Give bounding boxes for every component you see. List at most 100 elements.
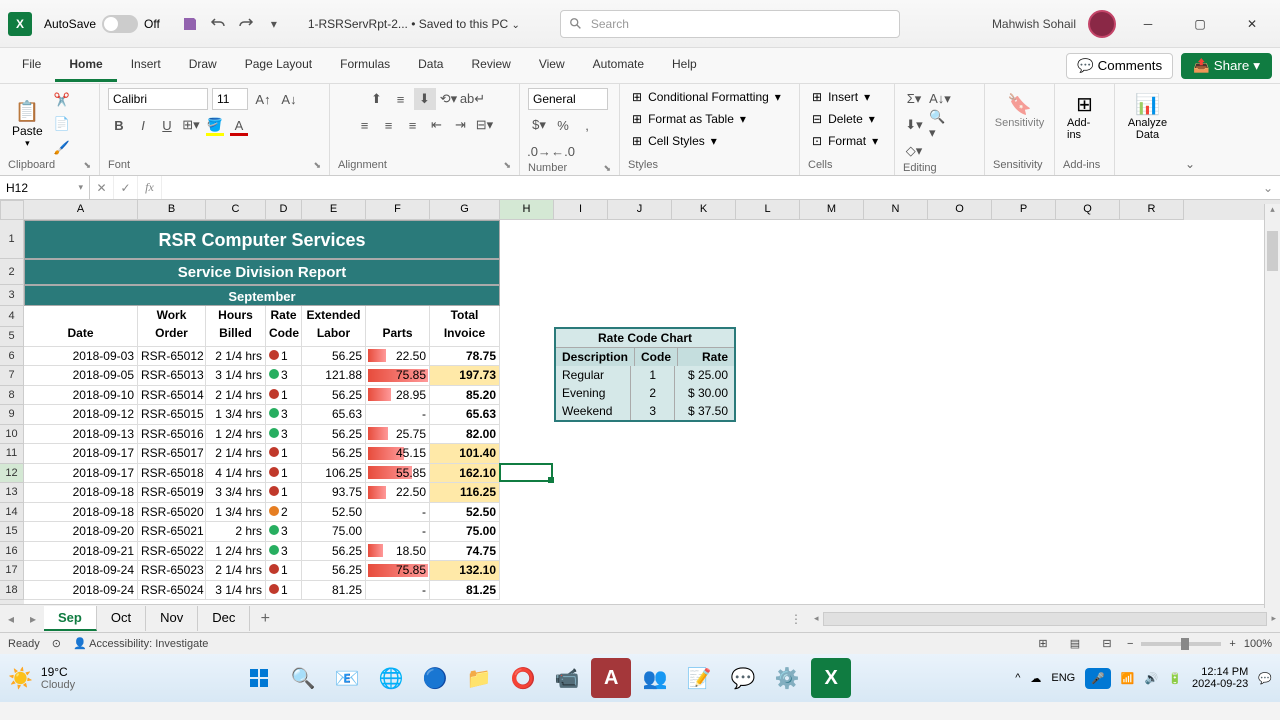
cell-hours[interactable]: 3 3/4 hrs [206, 483, 266, 503]
addins-button[interactable]: ⊞ Add-ins [1063, 88, 1106, 145]
cell-total-invoice[interactable]: 197.73 [430, 366, 500, 386]
cell-date[interactable]: 2018-09-05 [24, 366, 138, 386]
bold-button[interactable]: B [108, 114, 130, 136]
ribbon-tab-insert[interactable]: Insert [117, 49, 175, 82]
cell-work-order[interactable]: RSR-65020 [138, 503, 206, 523]
wifi-icon[interactable]: 📶 [1121, 672, 1135, 685]
decrease-indent-icon[interactable]: ⇤ [426, 114, 448, 136]
insert-function-icon[interactable]: fx [138, 176, 162, 199]
cell-rate-code[interactable]: 3 [266, 522, 302, 542]
cell-total-invoice[interactable]: 101.40 [430, 444, 500, 464]
spreadsheet-grid[interactable]: 123456789101112131415161718 ABCDEFGHIJKL… [0, 200, 1280, 604]
normal-view-icon[interactable]: ⊞ [1031, 635, 1055, 653]
cell-hours[interactable]: 1 2/4 hrs [206, 542, 266, 562]
fill-icon[interactable]: ⬇▾ [903, 114, 925, 136]
row-header[interactable]: 6 [0, 347, 24, 367]
cell-hours[interactable]: 4 1/4 hrs [206, 464, 266, 484]
cell-extended-labor[interactable]: 121.88 [302, 366, 366, 386]
zoom-out-icon[interactable]: − [1127, 638, 1133, 650]
format-painter-icon[interactable]: 🖌️ [51, 137, 73, 159]
increase-font-icon[interactable]: A↑ [252, 88, 274, 110]
cell-parts[interactable]: 55.85 [366, 464, 430, 484]
edge-icon[interactable]: 🌐 [371, 658, 411, 698]
cell-parts[interactable]: 75.85 [366, 561, 430, 581]
cell-extended-labor[interactable]: 75.00 [302, 522, 366, 542]
cell-extended-labor[interactable]: 56.25 [302, 561, 366, 581]
macro-record-icon[interactable]: ⊙ [52, 637, 61, 650]
cell-rate-code[interactable]: 3 [266, 366, 302, 386]
cell-work-order[interactable]: RSR-65015 [138, 405, 206, 425]
cell-rate-code[interactable]: 1 [266, 386, 302, 406]
cell-total-invoice[interactable]: 82.00 [430, 425, 500, 445]
sheet-tab-nov[interactable]: Nov [146, 606, 198, 631]
report-title-line-1[interactable]: RSR Computer Services [24, 220, 500, 259]
cell-parts[interactable]: 28.95 [366, 386, 430, 406]
comma-icon[interactable]: , [576, 114, 598, 136]
row-header[interactable]: 2 [0, 259, 24, 285]
cell-parts[interactable]: 25.75 [366, 425, 430, 445]
insert-cells-button[interactable]: ⊞ Insert ▾ [808, 88, 886, 106]
table-header[interactable]: RateCode [266, 306, 302, 347]
weather-widget[interactable]: ☀️ 19°C Cloudy [8, 665, 75, 691]
cell-rate-code[interactable]: 1 [266, 464, 302, 484]
cell-extended-labor[interactable]: 56.25 [302, 542, 366, 562]
app-icon-3[interactable]: 📝 [679, 658, 719, 698]
report-title-line-2[interactable]: Service Division Report [24, 259, 500, 285]
cell-rate-code[interactable]: 3 [266, 425, 302, 445]
column-header[interactable]: F [366, 200, 430, 220]
align-bottom-icon[interactable]: ⬇ [414, 88, 436, 110]
cell-rate-code[interactable]: 3 [266, 542, 302, 562]
sensitivity-button[interactable]: 🔖 Sensitivity [993, 88, 1046, 133]
expand-formula-bar-icon[interactable]: ⌄ [1256, 176, 1280, 199]
cell-total-invoice[interactable]: 81.25 [430, 581, 500, 601]
find-icon[interactable]: 🔍▾ [929, 114, 951, 136]
clock-date[interactable]: 2024-09-23 [1192, 678, 1248, 690]
row-header[interactable]: 16 [0, 542, 24, 562]
delete-cells-button[interactable]: ⊟ Delete ▾ [808, 110, 886, 128]
row-header[interactable]: 14 [0, 503, 24, 523]
undo-icon[interactable] [206, 12, 230, 36]
app-icon-1[interactable]: ⭕ [503, 658, 543, 698]
zoom-level[interactable]: 100% [1244, 638, 1272, 650]
format-as-table-button[interactable]: ⊞ Format as Table ▾ [628, 110, 791, 128]
battery-icon[interactable]: 🔋 [1168, 672, 1182, 685]
font-launcher[interactable]: ⬊ [313, 160, 321, 171]
sheet-nav-next[interactable]: ▸ [22, 605, 44, 632]
column-header[interactable]: I [554, 200, 608, 220]
ribbon-tab-data[interactable]: Data [404, 49, 457, 82]
cell-extended-labor[interactable]: 93.75 [302, 483, 366, 503]
minimize-button[interactable]: ─ [1128, 8, 1168, 40]
column-header[interactable]: P [992, 200, 1056, 220]
table-header[interactable]: Work OrderNumber [138, 306, 206, 347]
redo-icon[interactable] [234, 12, 258, 36]
select-all-corner[interactable] [0, 200, 24, 220]
ribbon-tab-file[interactable]: File [8, 49, 55, 82]
horizontal-scrollbar[interactable]: ◂ ▸ [810, 612, 1280, 626]
autosum-icon[interactable]: Σ▾ [903, 88, 925, 110]
cell-extended-labor[interactable]: 81.25 [302, 581, 366, 601]
row-header[interactable]: 4 [0, 306, 24, 327]
column-header[interactable]: D [266, 200, 302, 220]
orientation-icon[interactable]: ⟲▾ [438, 88, 460, 110]
cell-extended-labor[interactable]: 56.25 [302, 347, 366, 367]
row-header[interactable]: 12 [0, 464, 24, 484]
enter-formula-icon[interactable]: ✓ [114, 176, 138, 199]
column-header[interactable]: N [864, 200, 928, 220]
volume-icon[interactable]: 🔊 [1145, 672, 1159, 685]
scrollbar-thumb[interactable] [1267, 231, 1278, 271]
align-middle-icon[interactable]: ≡ [390, 88, 412, 110]
align-right-icon[interactable]: ≡ [402, 114, 424, 136]
ribbon-tab-automate[interactable]: Automate [579, 49, 658, 82]
clock-time[interactable]: 12:14 PM [1192, 666, 1248, 678]
cell-work-order[interactable]: RSR-65021 [138, 522, 206, 542]
whatsapp-icon[interactable]: 💬 [723, 658, 763, 698]
zoom-slider[interactable] [1141, 642, 1221, 646]
onedrive-icon[interactable]: ☁ [1030, 672, 1041, 685]
font-color-icon[interactable]: A [228, 114, 250, 136]
vertical-scrollbar[interactable]: ▴ [1264, 204, 1280, 608]
cell-parts[interactable]: 45.15 [366, 444, 430, 464]
cell-date[interactable]: 2018-09-03 [24, 347, 138, 367]
cell-work-order[interactable]: RSR-65024 [138, 581, 206, 601]
cell-rate-code[interactable]: 1 [266, 581, 302, 601]
cell-work-order[interactable]: RSR-65019 [138, 483, 206, 503]
